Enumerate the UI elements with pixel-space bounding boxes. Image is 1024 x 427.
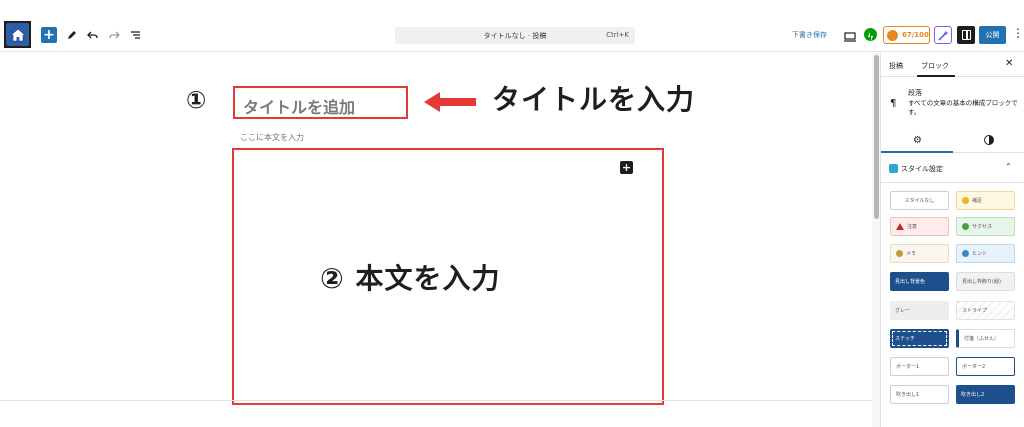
style-label: ステッチ <box>895 336 916 342</box>
style-label: ヒント <box>972 251 988 257</box>
style-supplement-button[interactable]: 補足 <box>956 191 1015 210</box>
style-speech-bubble2-button[interactable]: 吹き出し2 <box>956 385 1015 404</box>
style-label: 注意 <box>907 224 918 230</box>
sidebar-icon <box>961 30 971 40</box>
style-caution-button[interactable]: 注意 <box>890 217 949 236</box>
plus-icon: + <box>43 27 55 43</box>
style-settings-title: スタイル設定 <box>901 165 943 173</box>
editor-toolbar: + タイトルなし · 投稿 Ctrl+K 下書き保存 67/100 公開 ⋮ <box>0 0 1024 52</box>
site-logo-button[interactable] <box>4 21 31 48</box>
scrollbar-thumb[interactable] <box>874 55 879 219</box>
style-label: グレー <box>895 308 911 314</box>
style-sticky-note-button[interactable]: 付箋（ふせん） <box>956 329 1015 348</box>
settings-sidebar: 投稿 ブロック ✕ ¶ 段落 すべての文章の基本の構成ブロックです。 ⚙ スタイ… <box>880 53 1024 427</box>
shortcut-hint: Ctrl+K <box>606 31 629 39</box>
style-settings-panel-header[interactable]: スタイル設定 ⌃ <box>881 153 1024 183</box>
styles-icon[interactable] <box>984 135 994 145</box>
style-speech-bubble1-button[interactable]: 吹き出し1 <box>890 385 949 404</box>
ai-assistant-button[interactable] <box>934 26 952 44</box>
style-hint-button[interactable]: ヒント <box>956 244 1015 263</box>
plus-icon: + <box>621 161 632 174</box>
step-number-1: ① <box>186 86 207 114</box>
post-title-field[interactable]: タイトルを追加 <box>233 86 408 119</box>
block-name: 段落 <box>908 89 922 97</box>
style-stitch-button[interactable]: ステッチ <box>890 329 949 348</box>
post-body-field[interactable]: + ② 本文を入力 <box>232 148 664 405</box>
block-editor-screen: + タイトルなし · 投稿 Ctrl+K 下書き保存 67/100 公開 ⋮ ①… <box>0 0 1024 427</box>
redo-icon <box>108 31 120 39</box>
warning-icon <box>896 223 904 230</box>
redo-button[interactable] <box>106 27 122 43</box>
tab-block[interactable]: ブロック <box>921 61 949 71</box>
style-label: 見出し背景色 <box>895 279 926 285</box>
document-overview-button[interactable] <box>127 27 143 43</box>
canvas-divider <box>0 400 872 401</box>
style-label: ボーダー1 <box>896 364 920 370</box>
style-label: スタイルなし <box>904 198 935 204</box>
list-view-icon <box>130 31 140 39</box>
style-heading-frame-button[interactable]: 見出し枠飾り(緑) <box>956 272 1015 291</box>
style-label: メモ <box>906 251 917 257</box>
info-icon <box>962 197 969 204</box>
style-heading-bg-button[interactable]: 見出し背景色 <box>890 272 949 291</box>
preview-button[interactable] <box>843 28 857 42</box>
style-memo-button[interactable]: メモ <box>890 244 949 263</box>
house-icon <box>6 23 29 46</box>
lightbulb-icon <box>962 250 969 257</box>
style-label: ストライプ <box>962 308 988 314</box>
settings-sidebar-toggle[interactable] <box>957 26 975 44</box>
title-placeholder: タイトルを追加 <box>243 98 356 117</box>
style-label: 付箋（ふせん） <box>964 336 1000 342</box>
style-border2-button[interactable]: ボーダー2 <box>956 357 1015 376</box>
add-block-button[interactable]: + <box>41 27 57 43</box>
desktop-icon <box>844 32 856 42</box>
style-label: 吹き出し2 <box>961 392 985 398</box>
left-arrow-icon <box>424 92 476 112</box>
more-options-icon[interactable]: ⋮ <box>1012 27 1024 39</box>
paragraph-icon: ¶ <box>890 98 897 109</box>
close-icon[interactable]: ✕ <box>1005 58 1013 69</box>
style-border1-button[interactable]: ボーダー1 <box>890 357 949 376</box>
sidebar-tabs: 投稿 ブロック ✕ <box>881 53 1024 77</box>
style-none-button[interactable]: スタイルなし <box>890 191 949 210</box>
magic-wand-icon <box>937 30 948 41</box>
edit-tools-button[interactable] <box>64 27 80 43</box>
publish-button[interactable]: 公開 <box>979 26 1006 44</box>
inline-add-block-button[interactable]: + <box>620 161 633 174</box>
body-instruction-label: ② 本文を入力 <box>320 262 501 295</box>
block-inspector-tabs: ⚙ <box>881 129 1024 153</box>
gear-icon[interactable]: ⚙ <box>913 135 922 146</box>
seo-score-button[interactable]: 67/100 <box>883 26 930 44</box>
save-draft-button[interactable]: 下書き保存 <box>792 30 827 40</box>
check-icon <box>962 223 969 230</box>
pen-icon <box>68 31 76 39</box>
title-instruction-label: タイトルを入力 <box>492 83 696 116</box>
pencil-icon <box>896 250 903 257</box>
undo-icon <box>86 31 98 39</box>
jetpack-icon[interactable] <box>864 28 877 41</box>
tab-post[interactable]: 投稿 <box>889 61 903 71</box>
active-tab-indicator <box>917 75 955 77</box>
command-palette-bar[interactable]: タイトルなし · 投稿 Ctrl+K <box>395 27 635 44</box>
style-stripe-button[interactable]: ストライプ <box>956 301 1015 320</box>
style-label: サクセス <box>972 224 993 230</box>
document-title: タイトルなし · 投稿 <box>483 32 547 40</box>
undo-button[interactable] <box>84 27 100 43</box>
style-label: ボーダー2 <box>962 364 986 370</box>
style-gray-button[interactable]: グレー <box>890 301 949 320</box>
style-label: 見出し枠飾り(緑) <box>962 279 1001 285</box>
style-success-button[interactable]: サクセス <box>956 217 1015 236</box>
seo-score-value: 67/100 <box>902 31 929 39</box>
chevron-up-icon: ⌃ <box>1005 162 1012 171</box>
style-settings-icon <box>889 164 898 173</box>
style-label: 補足 <box>972 198 983 204</box>
smiley-icon <box>887 29 898 41</box>
body-placeholder: ここに本文を入力 <box>240 133 304 142</box>
style-label: 吹き出し1 <box>896 392 920 398</box>
block-description: すべての文章の基本の構成ブロックです。 <box>908 99 1018 117</box>
